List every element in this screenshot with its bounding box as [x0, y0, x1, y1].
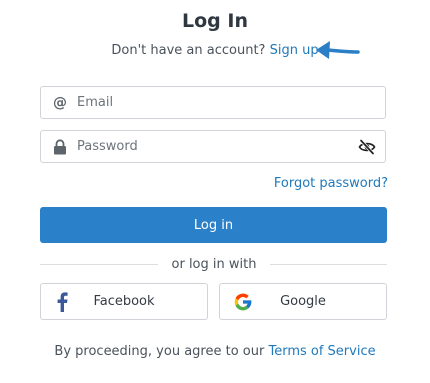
terms-prefix: By proceeding, you agree to our — [54, 344, 265, 359]
lock-icon — [52, 139, 68, 155]
login-button[interactable]: Log in — [40, 207, 387, 243]
terms-row: By proceeding, you agree to our Terms of… — [0, 344, 430, 359]
terms-of-service-link[interactable]: Terms of Service — [268, 344, 375, 359]
password-field[interactable] — [40, 130, 386, 163]
divider-text: or log in with — [171, 257, 257, 272]
eye-off-icon[interactable] — [358, 139, 376, 155]
forgot-password-link[interactable]: Forgot password? — [274, 176, 388, 191]
facebook-label: Facebook — [93, 294, 155, 309]
google-label: Google — [280, 294, 326, 309]
signup-prompt-row: Don't have an account? Sign up — [0, 43, 430, 58]
signup-prompt-text: Don't have an account? — [111, 43, 266, 58]
arrow-icon — [316, 41, 360, 59]
at-icon: @ — [53, 95, 67, 111]
google-login-button[interactable]: Google — [219, 283, 387, 320]
page-title: Log In — [182, 10, 248, 32]
email-input[interactable] — [77, 87, 347, 118]
divider-right — [270, 264, 387, 265]
password-input[interactable] — [77, 131, 347, 162]
email-field[interactable]: @ — [40, 86, 386, 119]
divider-left — [40, 264, 158, 265]
facebook-login-button[interactable]: Facebook — [40, 283, 208, 320]
